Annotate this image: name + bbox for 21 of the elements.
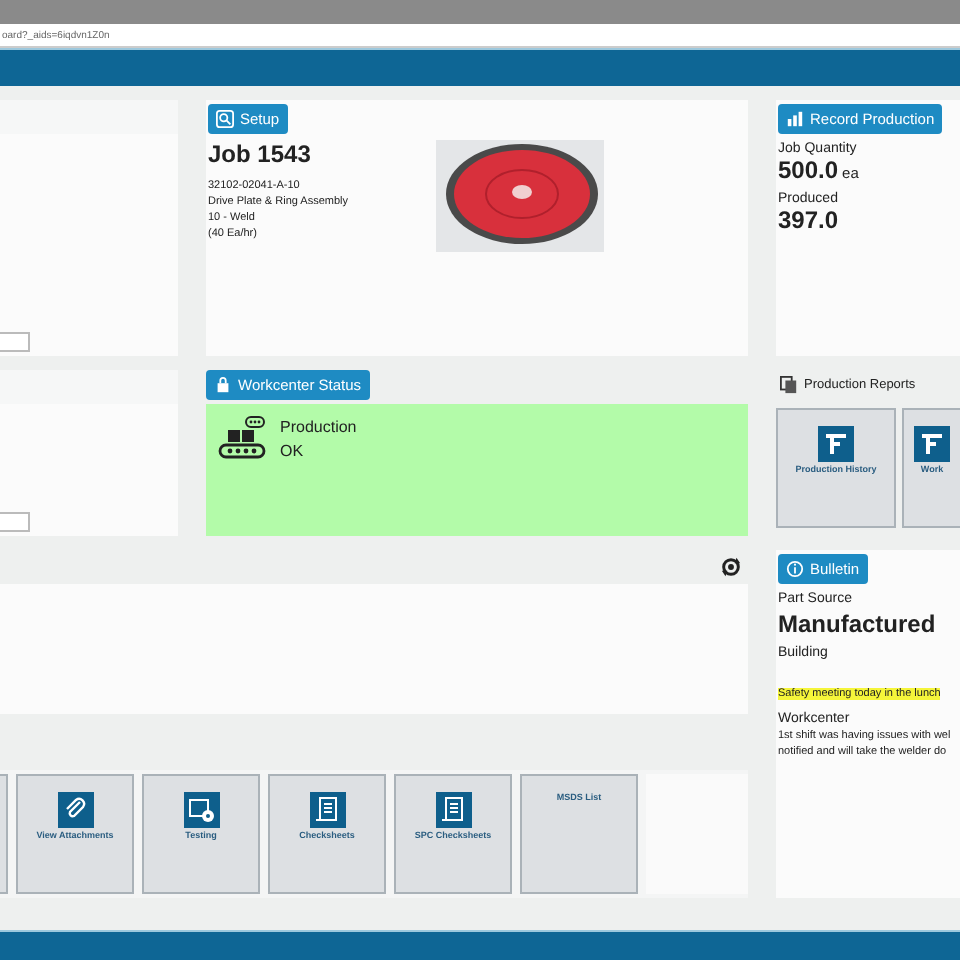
documents-icon <box>780 376 798 394</box>
info-icon <box>786 560 804 578</box>
clipboard-icon <box>309 792 345 828</box>
report-icon <box>818 426 854 462</box>
status-text: OK <box>280 440 306 464</box>
job-title: Job 1543 <box>208 140 313 168</box>
chart-icon <box>786 110 804 128</box>
lock-icon <box>214 376 232 394</box>
produced-value: 397.0 <box>778 206 841 234</box>
tile[interactable] <box>0 774 8 894</box>
input-field[interactable] <box>0 512 30 532</box>
input-field[interactable] <box>0 332 30 352</box>
quantity-value: 500.0 <box>778 156 839 184</box>
conveyor-icon <box>218 416 270 460</box>
search-icon <box>216 110 234 128</box>
refresh-icon[interactable] <box>720 556 742 578</box>
paperclip-icon <box>57 792 93 828</box>
clipboard-icon <box>435 792 471 828</box>
part-source-value: Manufactured <box>778 610 938 638</box>
status-text: Production <box>280 416 357 440</box>
report-icon <box>914 426 950 462</box>
